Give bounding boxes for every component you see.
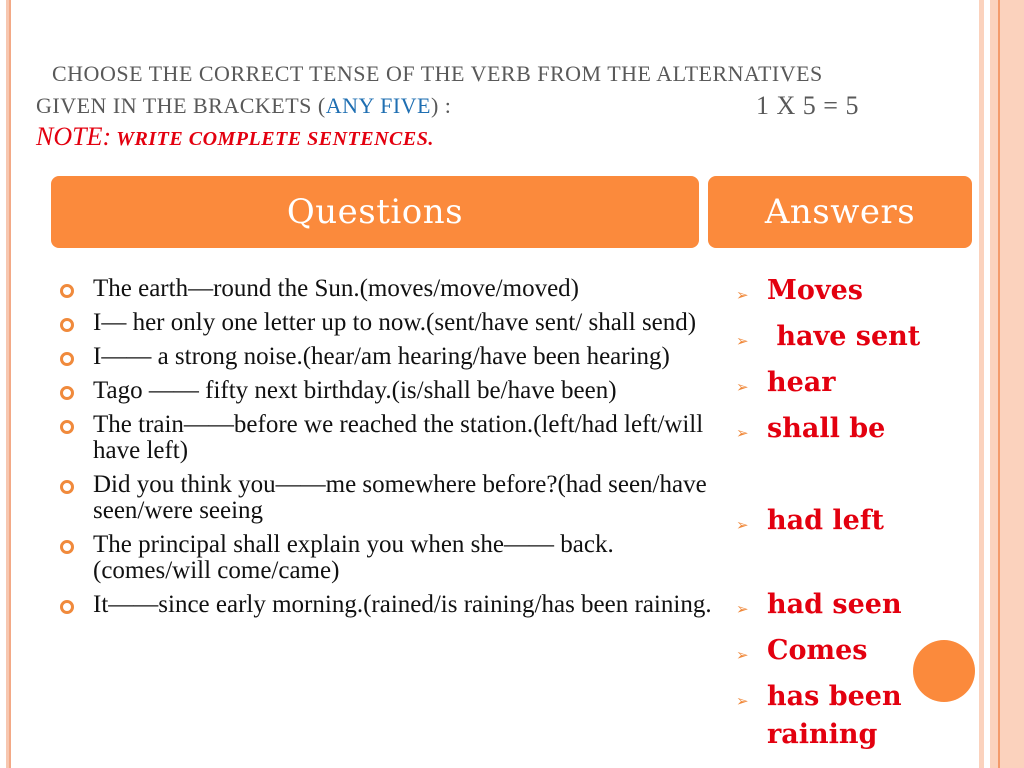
answer-item: ➢ Comes [736,632,867,670]
title-line-2-prefix: GIVEN IN THE BRACKETS ( [36,93,326,118]
answer-text: have sent [767,321,921,352]
circle-bullet-icon [60,600,74,614]
arrow-bullet-icon: ➢ [736,378,749,396]
slide: CHOOSE THE CORRECT TENSE OF THE VERB FRO… [0,0,1024,768]
circle-bullet-icon [60,386,74,400]
question-text: The earth—round the Sun.(moves/move/move… [93,275,579,302]
circle-bullet-icon [60,284,74,298]
circle-bullet-icon [60,352,74,366]
question-text: The train——before we reached the station… [93,411,704,464]
decorative-orange-circle [913,640,975,702]
note: NOTE: WRITE COMPLETE SENTENCES. [36,122,434,152]
question-item: I— her only one letter up to now.(sent/h… [58,310,718,336]
question-item: The principal shall explain you when she… [58,532,718,584]
right-border-gap [984,0,990,768]
arrow-bullet-icon: ➢ [736,692,749,710]
title-line-2-suffix: ) : [430,93,452,118]
title-line-2: GIVEN IN THE BRACKETS (ANY FIVE) : 1 X 5… [36,90,936,122]
answer-item: ➢ hear [736,364,836,402]
answer-item: ➢ Moves [736,272,863,310]
answer-text: Moves [767,275,863,306]
answer-text: had left [767,505,884,536]
note-label: NOTE: [36,122,112,151]
answer-text: had seen [767,589,902,620]
question-item: Tago —— fifty next birthday.(is/shall be… [58,378,718,404]
question-text: Tago —— fifty next birthday.(is/shall be… [93,377,617,404]
title-line-1: CHOOSE THE CORRECT TENSE OF THE VERB FRO… [52,61,823,86]
marks-score: 1 X 5 = 5 [756,91,859,120]
circle-bullet-icon [60,420,74,434]
right-border-band [990,0,1024,768]
answers-header-label: Answers [764,192,916,232]
left-border-stripe [9,0,11,768]
question-text: I—— a strong noise.(hear/am hearing/have… [93,343,670,370]
answers-header: Answers [708,176,972,248]
note-text: WRITE COMPLETE SENTENCES. [111,128,434,150]
question-text: It——since early morning.(rained/is raini… [93,591,712,618]
question-text: I— her only one letter up to now.(sent/h… [93,309,697,336]
right-border-line [998,0,1000,768]
answer-item: ➢ has been raining [736,678,917,754]
circle-bullet-icon [60,480,74,494]
question-item: It——since early morning.(rained/is raini… [58,592,718,618]
answer-text: shall be [767,413,886,444]
arrow-bullet-icon: ➢ [736,424,749,442]
question-item: I—— a strong noise.(hear/am hearing/have… [58,344,718,370]
arrow-bullet-icon: ➢ [736,516,749,534]
question-item: Did you think you——me somewhere before?(… [58,472,718,524]
question-item: The train——before we reached the station… [58,412,718,464]
circle-bullet-icon [60,540,74,554]
slide-title: CHOOSE THE CORRECT TENSE OF THE VERB FRO… [36,58,936,122]
questions-header-label: Questions [286,192,464,232]
answer-item: ➢ had left [736,502,884,540]
question-item: The earth—round the Sun.(moves/move/move… [58,276,718,302]
arrow-bullet-icon: ➢ [736,332,749,350]
answer-text: has been raining [767,681,902,750]
circle-bullet-icon [60,318,74,332]
arrow-bullet-icon: ➢ [736,600,749,618]
question-text: The principal shall explain you when she… [93,531,614,584]
answer-text: hear [767,367,836,398]
arrow-bullet-icon: ➢ [736,286,749,304]
title-any-five: ANY FIVE [325,93,431,118]
answer-item: ➢ had seen [736,586,902,624]
answer-item: ➢ have sent [736,318,920,356]
questions-header: Questions [51,176,699,248]
arrow-bullet-icon: ➢ [736,646,749,664]
answer-text: Comes [767,635,868,666]
question-text: Did you think you——me somewhere before?(… [93,471,707,524]
answer-item: ➢ shall be [736,410,885,448]
questions-list: The earth—round the Sun.(moves/move/move… [58,276,718,626]
